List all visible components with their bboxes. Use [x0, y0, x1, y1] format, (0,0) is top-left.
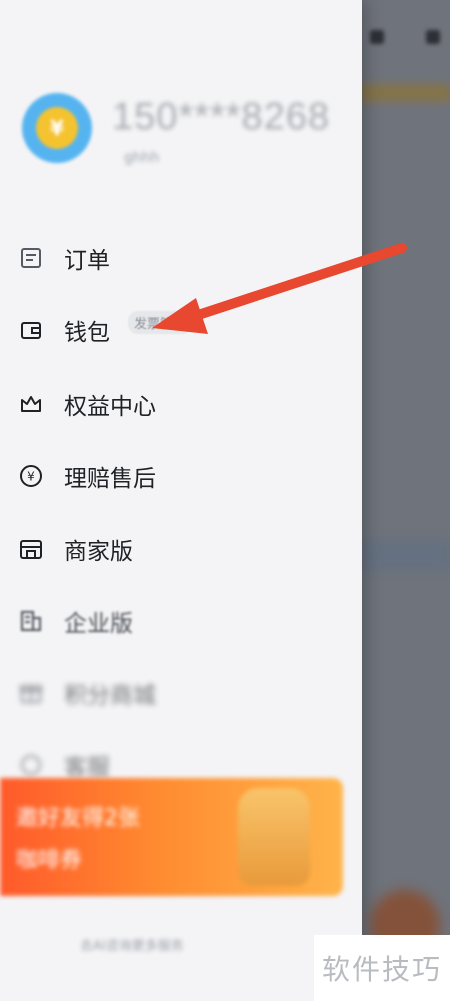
- gift-icon: [18, 680, 44, 706]
- yuan-circle-icon: ¥: [18, 463, 44, 489]
- menu-item-benefits[interactable]: 权益中心: [18, 380, 156, 428]
- wallet-icon: [18, 317, 44, 343]
- background-app-dimmed[interactable]: [360, 0, 450, 1001]
- menu-item-label: 商家版: [64, 539, 133, 565]
- svg-text:¥: ¥: [27, 470, 35, 484]
- promo-banner[interactable]: 邀好友得2张 咖啡券: [0, 778, 343, 896]
- menu-item-wallet[interactable]: 钱包: [18, 306, 110, 354]
- headset-icon: [18, 752, 44, 778]
- background-icon: [370, 30, 384, 44]
- avatar[interactable]: ¥: [22, 93, 92, 163]
- menu-item-orders[interactable]: 订单: [18, 234, 110, 282]
- menu-item-label: 企业版: [64, 611, 133, 637]
- user-phone[interactable]: 150****8268: [112, 96, 330, 139]
- menu-item-label: 理赔售后: [64, 466, 156, 492]
- menu-item-merchant[interactable]: 商家版: [18, 525, 133, 573]
- order-list-icon: [18, 245, 44, 271]
- menu-item-points-mall[interactable]: 积分商城: [18, 669, 156, 717]
- building-icon: [18, 608, 44, 634]
- menu-item-label: 权益中心: [64, 394, 156, 420]
- coffee-cup-image: [238, 788, 310, 886]
- background-text: [360, 84, 450, 102]
- background-banner: [360, 540, 450, 570]
- invoice-badge[interactable]: 发票管理: [128, 311, 193, 334]
- crown-icon: [18, 391, 44, 417]
- menu-item-label: 客服: [64, 755, 110, 781]
- store-icon: [18, 536, 44, 562]
- footer-link[interactable]: 去AI咨询更多服务: [80, 935, 184, 954]
- menu-item-enterprise[interactable]: 企业版: [18, 597, 133, 645]
- watermark-text: 软件技巧: [321, 953, 442, 986]
- side-drawer: ¥ 150****8268 ghhh 订单 钱包 发票管理 权益中心 ¥ 理赔售…: [0, 0, 362, 1001]
- menu-item-claims[interactable]: ¥ 理赔售后: [18, 452, 156, 500]
- user-subtitle: ghhh: [124, 150, 160, 166]
- promo-banner-subtitle: 咖啡券: [16, 848, 83, 873]
- gold-coin-avatar-icon: ¥: [36, 107, 78, 149]
- watermark: 软件技巧: [314, 935, 450, 1001]
- promo-banner-title: 邀好友得2张: [16, 806, 140, 831]
- menu-item-label: 钱包: [64, 320, 110, 346]
- background-icon: [426, 30, 440, 44]
- menu-item-label: 订单: [64, 248, 110, 274]
- menu-item-label: 积分商城: [64, 683, 156, 709]
